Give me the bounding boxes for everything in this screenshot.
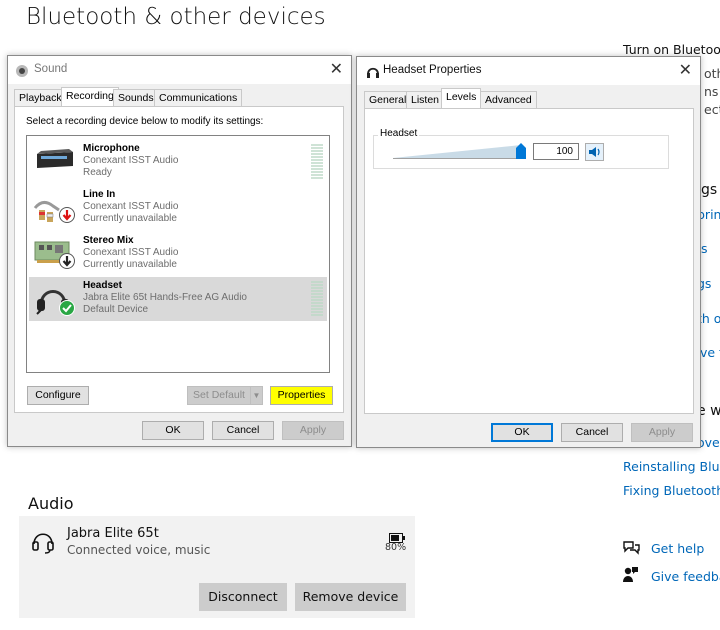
properties-button[interactable]: Properties — [270, 386, 333, 405]
tab-playback[interactable]: Playback — [14, 89, 67, 107]
tab-general[interactable]: General — [364, 91, 412, 109]
headset-dialog-title: Headset Properties — [383, 64, 482, 76]
level-value-input[interactable]: 100 — [533, 143, 579, 160]
device-name: Microphone — [83, 143, 140, 154]
tab-levels[interactable]: Levels — [441, 88, 482, 109]
apply-button[interactable]: Apply — [631, 423, 693, 442]
microphone-device-icon — [33, 144, 77, 180]
tab-sounds[interactable]: Sounds — [113, 89, 159, 107]
set-default-button[interactable]: Set Default — [187, 386, 251, 405]
related-link[interactable]: s — [701, 241, 708, 256]
line-in-device-icon — [33, 190, 77, 226]
device-status: Ready — [83, 167, 112, 178]
audio-device-name: Jabra Elite 65t — [67, 526, 159, 541]
device-name: Headset — [83, 280, 122, 291]
chevron-down-icon[interactable]: ▼ — [250, 386, 263, 405]
ok-button[interactable]: OK — [142, 421, 204, 440]
audio-device-card[interactable]: Jabra Elite 65t Connected voice, music 8… — [19, 516, 415, 618]
device-status: Default Device — [83, 304, 149, 315]
device-row-stereo-mix[interactable]: Stereo Mix Conexant ISST Audio Currently… — [29, 232, 327, 276]
battery-percent: 80% — [385, 542, 407, 553]
related-settings-heading: gs — [701, 182, 718, 198]
device-status: Currently unavailable — [83, 259, 177, 270]
level-meter — [311, 281, 323, 317]
fixing-bluetooth-link[interactable]: Fixing Bluetooth — [623, 483, 720, 498]
tab-recording[interactable]: Recording — [61, 87, 119, 108]
device-row-headset[interactable]: Headset Jabra Elite 65t Hands-Free AG Au… — [29, 277, 327, 321]
recording-device-list: Microphone Conexant ISST Audio Ready Lin… — [26, 135, 330, 373]
audio-heading: Audio — [28, 494, 74, 513]
device-status: Currently unavailable — [83, 213, 177, 224]
device-row-microphone[interactable]: Microphone Conexant ISST Audio Ready — [29, 140, 327, 184]
device-row-line-in[interactable]: Line In Conexant ISST Audio Currently un… — [29, 186, 327, 230]
feedback-icon — [623, 566, 639, 584]
speaker-volume-icon[interactable] — [585, 143, 604, 161]
level-meter — [311, 144, 323, 180]
give-feedback-link[interactable]: Give feedback — [651, 569, 720, 584]
get-help-icon — [622, 540, 640, 556]
ok-button[interactable]: OK — [491, 423, 553, 442]
level-group-label: Headset — [378, 128, 420, 139]
level-slider[interactable] — [393, 144, 525, 159]
page-title: Bluetooth & other devices — [26, 4, 326, 30]
tab-listen[interactable]: Listen — [406, 91, 445, 109]
tab-communications[interactable]: Communications — [154, 89, 243, 107]
battery-icon — [389, 528, 405, 543]
right-text-fragment: ns — [704, 84, 719, 99]
slider-thumb[interactable] — [516, 143, 526, 159]
sound-dialog-title: Sound — [34, 63, 68, 75]
configure-button[interactable]: Configure — [27, 386, 89, 405]
related-link[interactable]: ve f — [700, 345, 720, 360]
device-driver: Conexant ISST Audio — [83, 155, 179, 166]
headset-titlebar: Headset Properties ✕ — [357, 57, 700, 85]
device-name: Stereo Mix — [83, 235, 134, 246]
device-name: Line In — [83, 189, 116, 200]
right-text-fragment: oth — [704, 66, 720, 81]
speaker-app-icon — [15, 63, 29, 77]
stereo-mix-device-icon — [33, 236, 77, 272]
close-icon[interactable]: ✕ — [679, 60, 692, 79]
bluetooth-toggle-label: Turn on Bluetooth — [623, 42, 720, 57]
right-text-fragment: ect — [704, 102, 720, 117]
cancel-button[interactable]: Cancel — [212, 421, 274, 440]
get-help-link[interactable]: Get help — [651, 541, 704, 556]
headset-app-icon — [366, 64, 380, 78]
disconnect-button[interactable]: Disconnect — [199, 583, 287, 611]
audio-device-status: Connected voice, music — [67, 543, 211, 557]
headset-device-icon — [33, 281, 77, 317]
headset-icon — [31, 528, 55, 554]
device-driver: Conexant ISST Audio — [83, 247, 179, 258]
device-driver: Jabra Elite 65t Hands-Free AG Audio — [83, 292, 247, 303]
sound-titlebar: Sound ✕ — [8, 56, 351, 84]
tab-advanced[interactable]: Advanced — [480, 91, 537, 109]
reinstalling-bluetooth-link[interactable]: Reinstalling Bluet — [623, 459, 720, 474]
remove-device-button[interactable]: Remove device — [295, 583, 406, 611]
apply-button[interactable]: Apply — [282, 421, 344, 440]
cancel-button[interactable]: Cancel — [561, 423, 623, 442]
recording-instruction: Select a recording device below to modif… — [26, 116, 264, 127]
close-icon[interactable]: ✕ — [330, 59, 343, 78]
device-driver: Conexant ISST Audio — [83, 201, 179, 212]
